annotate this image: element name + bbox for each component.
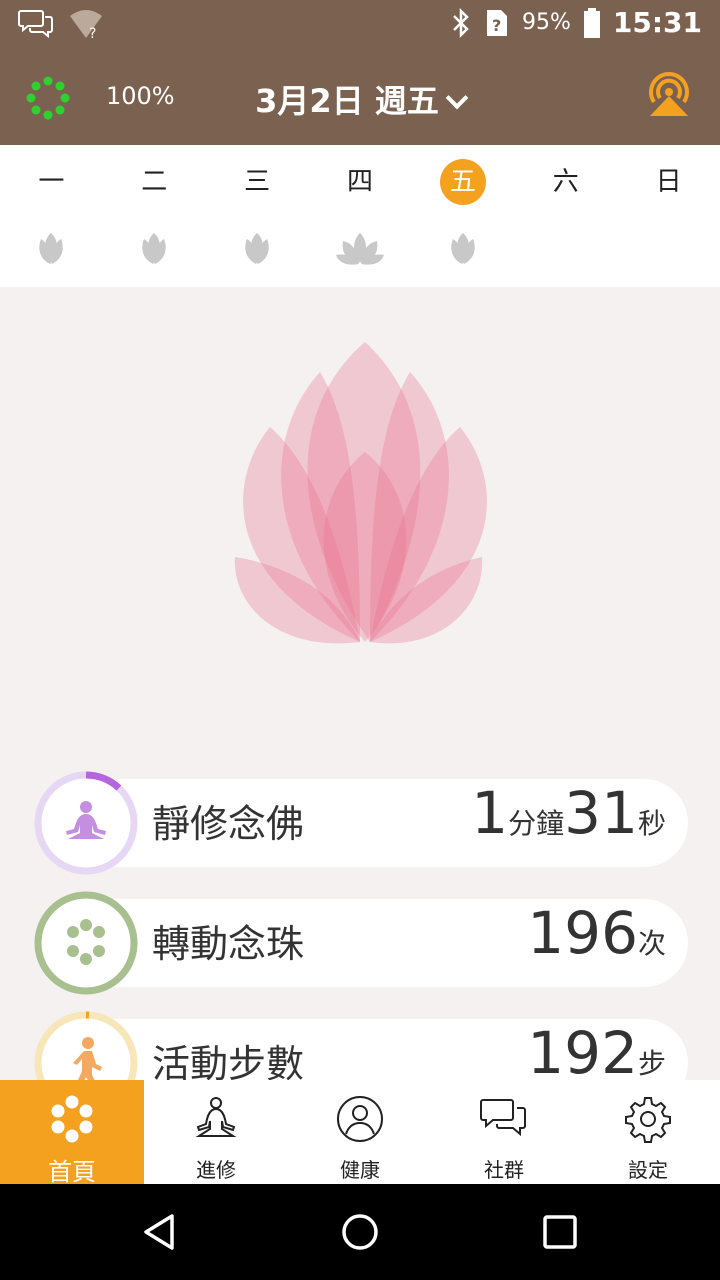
- system-nav-bar: [0, 1184, 720, 1280]
- week-strip: 一二三四五六日: [0, 145, 720, 287]
- rotations-unit: 次: [637, 927, 666, 960]
- day-label: 五: [439, 159, 486, 205]
- flower-slot: [103, 231, 206, 271]
- bluetooth-icon: [453, 7, 469, 38]
- main-content: 靜修念佛 1分鐘31秒 轉動念珠 196次 活動步數 192步: [0, 287, 720, 1080]
- tab-home[interactable]: 首頁: [0, 1080, 144, 1186]
- svg-text:?: ?: [492, 16, 501, 35]
- day-label: 三: [244, 167, 271, 197]
- steps-value: 192: [527, 1019, 638, 1080]
- minutes-unit: 分鐘: [508, 807, 565, 840]
- day-label: 一: [38, 167, 65, 197]
- clock: 15:31: [612, 6, 702, 39]
- date-selector[interactable]: 3月2日 週五: [0, 76, 720, 122]
- sim-question-icon: ?: [486, 9, 507, 36]
- home-icon[interactable]: [340, 1212, 380, 1252]
- tab-label: 首頁: [48, 1158, 96, 1186]
- tab-health[interactable]: 健康: [288, 1080, 432, 1184]
- chat-icon: [480, 1099, 526, 1137]
- battery-percent: 95%: [521, 10, 571, 35]
- day-6[interactable]: 日: [617, 159, 720, 205]
- svg-text:?: ?: [89, 26, 96, 40]
- day-label: 四: [346, 167, 373, 197]
- flower-slot: [514, 231, 617, 271]
- tab-bar: 首頁 進修 健康 社群 設定: [0, 1080, 720, 1186]
- flower-slot: [206, 231, 309, 271]
- stat-label: 活動步數: [152, 1042, 305, 1080]
- battery-icon: [583, 7, 600, 38]
- recents-icon[interactable]: [540, 1212, 580, 1252]
- tab-label: 社群: [484, 1158, 524, 1182]
- lotus-bud-icon: [451, 233, 475, 264]
- stat-steps[interactable]: 活動步數 192步: [32, 1009, 688, 1080]
- flower-slot: [617, 231, 720, 271]
- day-3[interactable]: 四: [309, 159, 412, 205]
- lotus-icon: [234, 342, 487, 644]
- flower-slot: [411, 231, 514, 271]
- lotus-bud-icon: [39, 233, 64, 264]
- lotus-bud-icon: [245, 233, 269, 264]
- beads-ring: [34, 891, 138, 995]
- tab-community[interactable]: 社群: [432, 1080, 576, 1184]
- day-label: 二: [141, 167, 168, 197]
- chevron-down-icon: [445, 86, 469, 110]
- chat-notification-icon: [18, 10, 53, 39]
- day-label: 日: [655, 167, 682, 197]
- stat-value: 1分鐘31秒: [471, 779, 666, 847]
- day-5[interactable]: 六: [514, 159, 617, 205]
- back-icon[interactable]: [140, 1212, 180, 1252]
- day-label: 六: [552, 167, 579, 197]
- day-2[interactable]: 三: [206, 159, 309, 205]
- tab-label: 進修: [196, 1158, 236, 1182]
- person-icon: [337, 1096, 383, 1142]
- stat-meditation[interactable]: 靜修念佛 1分鐘31秒: [32, 769, 688, 877]
- tab-settings[interactable]: 設定: [576, 1080, 720, 1184]
- seconds-value: 31: [564, 779, 638, 847]
- meditation-ring: [34, 771, 138, 875]
- day-4[interactable]: 五: [411, 159, 514, 205]
- minutes-value: 1: [471, 779, 509, 847]
- meditation-icon: [195, 1097, 237, 1137]
- lotus-bud-icon: [142, 233, 166, 264]
- tab-study[interactable]: 進修: [144, 1080, 288, 1184]
- stat-value: 192步: [527, 1019, 666, 1080]
- lotus-open-icon: [336, 233, 384, 265]
- date-label: 3月2日 週五: [255, 82, 439, 120]
- status-bar: ? ? 95% 15:31: [0, 0, 720, 50]
- home-beads-icon: [51, 1095, 93, 1143]
- rotations-value: 196: [527, 899, 638, 967]
- gear-icon: [625, 1097, 671, 1143]
- flower-slot: [0, 231, 103, 271]
- stat-label: 靜修念佛: [152, 802, 305, 846]
- steps-unit: 步: [637, 1047, 666, 1080]
- wifi-question-icon: ?: [70, 10, 102, 40]
- day-0[interactable]: 一: [0, 159, 103, 205]
- steps-ring: [34, 1011, 138, 1080]
- stat-beads[interactable]: 轉動念珠 196次: [32, 889, 688, 997]
- day-1[interactable]: 二: [103, 159, 206, 205]
- stat-value: 196次: [527, 899, 666, 967]
- tab-label: 健康: [340, 1158, 380, 1182]
- broadcast-icon[interactable]: [644, 70, 694, 120]
- seconds-unit: 秒: [637, 807, 666, 840]
- flower-slot: [309, 231, 412, 271]
- app-header: 100% 3月2日 週五: [0, 50, 720, 145]
- tab-label: 設定: [628, 1158, 668, 1182]
- stat-label: 轉動念珠: [152, 922, 305, 966]
